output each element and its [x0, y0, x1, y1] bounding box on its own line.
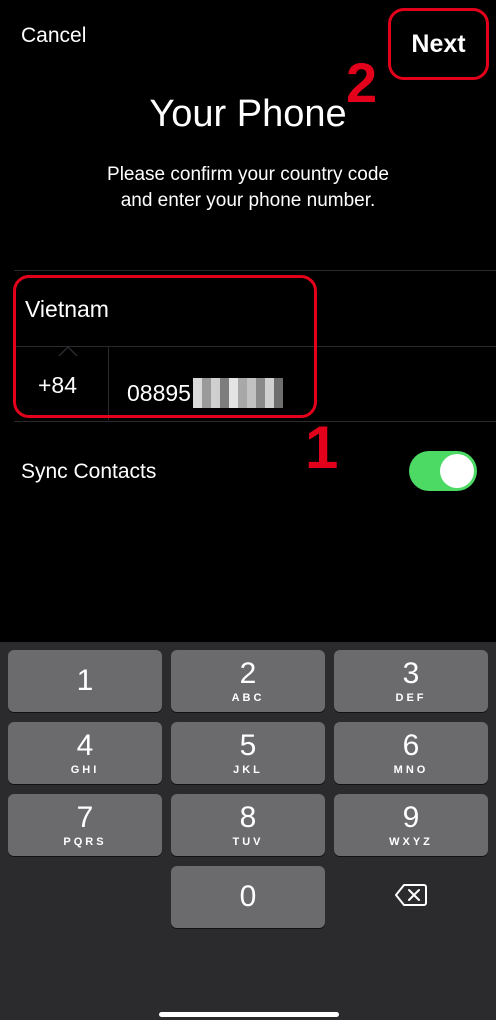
backspace-icon [395, 884, 427, 906]
key-digit: 3 [402, 656, 420, 690]
home-indicator [159, 1012, 339, 1017]
key-digit: 7 [76, 800, 94, 834]
toggle-knob [440, 454, 474, 488]
backspace-key[interactable] [334, 864, 488, 926]
key-digit: 4 [76, 728, 94, 762]
key-5[interactable]: 5 JKL [171, 722, 325, 784]
key-2[interactable]: 2 ABC [171, 650, 325, 712]
key-digit: 8 [239, 800, 257, 834]
page-subtitle: Please confirm your country code and ent… [60, 162, 436, 214]
key-8[interactable]: 8 TUV [171, 794, 325, 856]
phone-highlight-annotation [13, 275, 317, 418]
key-1[interactable]: 1 [8, 650, 162, 712]
next-button[interactable]: Next [388, 8, 489, 80]
sync-contacts-label: Sync Contacts [21, 460, 157, 483]
key-letters: PQRS [63, 835, 107, 848]
key-letters: TUV [232, 835, 264, 848]
key-3[interactable]: 3 DEF [334, 650, 488, 712]
page-title: Your Phone [149, 93, 347, 135]
key-letters: WXYZ [389, 835, 433, 848]
cancel-button[interactable]: Cancel [21, 24, 86, 48]
key-letters: MNO [393, 763, 429, 776]
numeric-keypad: 1 2 ABC 3 DEF 4 GHI 5 JKL 6 MNO 7 PQRS 8… [0, 642, 496, 1020]
key-6[interactable]: 6 MNO [334, 722, 488, 784]
key-0[interactable]: 0 [171, 866, 325, 928]
key-digit: 1 [76, 664, 94, 697]
key-7[interactable]: 7 PQRS [8, 794, 162, 856]
key-digit: 6 [402, 728, 420, 762]
subtitle-line-1: Please confirm your country code [107, 164, 389, 185]
sync-contacts-toggle[interactable] [409, 451, 477, 491]
key-digit: 5 [239, 728, 257, 762]
key-letters: ABC [231, 691, 265, 704]
navigation-bar: Cancel Next [0, 0, 496, 90]
key-letters: JKL [233, 763, 263, 776]
step-1-annotation: 1 [305, 414, 339, 481]
key-letters: DEF [395, 691, 427, 704]
divider-bottom [14, 421, 496, 422]
key-9[interactable]: 9 WXYZ [334, 794, 488, 856]
key-digit: 0 [239, 880, 257, 913]
key-4[interactable]: 4 GHI [8, 722, 162, 784]
subtitle-line-2: and enter your phone number. [120, 190, 376, 211]
divider-top [14, 270, 496, 271]
key-letters: GHI [70, 763, 100, 776]
key-digit: 9 [402, 800, 420, 834]
key-digit: 2 [239, 656, 257, 690]
